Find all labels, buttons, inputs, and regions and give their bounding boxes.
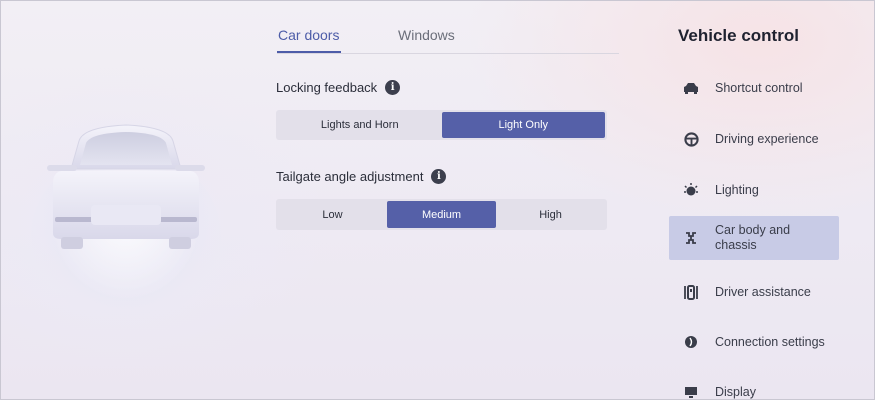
locking-feedback-label: Locking feedback i	[276, 80, 401, 95]
page-title: Vehicle control	[678, 26, 799, 45]
menu-item-label: Driving experience	[715, 131, 819, 146]
option-light-only[interactable]: Light Only	[441, 112, 605, 138]
tailgate-angle-title: Tailgate angle adjustment	[276, 169, 424, 184]
active-tab-indicator	[277, 51, 341, 53]
tailgate-angle-selector: Low Medium High	[276, 199, 607, 230]
driver-assist-icon	[683, 284, 699, 300]
steering-wheel-icon	[683, 131, 699, 147]
vehicle-control-menu: Shortcut control Driving experience Ligh…	[669, 63, 839, 399]
menu-item-display[interactable]: Display	[669, 377, 839, 399]
menu-item-label: Display	[715, 384, 756, 399]
menu-item-label: Car body and chassis	[715, 223, 791, 252]
light-icon	[683, 182, 699, 198]
tab-car-doors[interactable]: Car doors	[278, 27, 339, 43]
menu-item-connection-settings[interactable]: Connection settings	[669, 327, 839, 357]
info-icon[interactable]: i	[431, 169, 447, 184]
menu-item-label: Connection settings	[715, 334, 825, 349]
locking-feedback-selector: Lights and Horn Light Only	[276, 110, 607, 140]
car-illustration	[31, 111, 221, 331]
menu-item-car-body-and-chassis[interactable]: Car body and chassis	[669, 216, 839, 260]
menu-item-label: Shortcut control	[715, 80, 803, 95]
menu-item-label: Driver assistance	[715, 284, 811, 299]
menu-item-shortcut-control[interactable]: Shortcut control	[669, 73, 839, 103]
option-medium[interactable]: Medium	[387, 201, 496, 228]
car-front-image	[47, 124, 205, 249]
tab-windows[interactable]: Windows	[398, 27, 455, 43]
car-icon	[683, 80, 699, 96]
option-low[interactable]: Low	[278, 201, 387, 228]
option-lights-and-horn[interactable]: Lights and Horn	[278, 112, 442, 138]
locking-feedback-title: Locking feedback	[276, 80, 378, 95]
vehicle-settings-screen: Car doors Windows Locking feedback i Lig…	[0, 0, 875, 400]
connection-icon	[683, 334, 699, 350]
chassis-icon	[683, 230, 699, 246]
menu-item-driving-experience[interactable]: Driving experience	[669, 124, 839, 154]
info-icon[interactable]: i	[385, 80, 401, 95]
menu-item-driver-assistance[interactable]: Driver assistance	[669, 277, 839, 307]
menu-item-lighting[interactable]: Lighting	[669, 175, 839, 205]
door-window-tabs: Car doors Windows	[277, 25, 619, 54]
tailgate-angle-label: Tailgate angle adjustment i	[276, 169, 447, 184]
option-high[interactable]: High	[496, 201, 605, 228]
display-icon	[683, 384, 699, 399]
menu-item-label: Lighting	[715, 182, 759, 197]
